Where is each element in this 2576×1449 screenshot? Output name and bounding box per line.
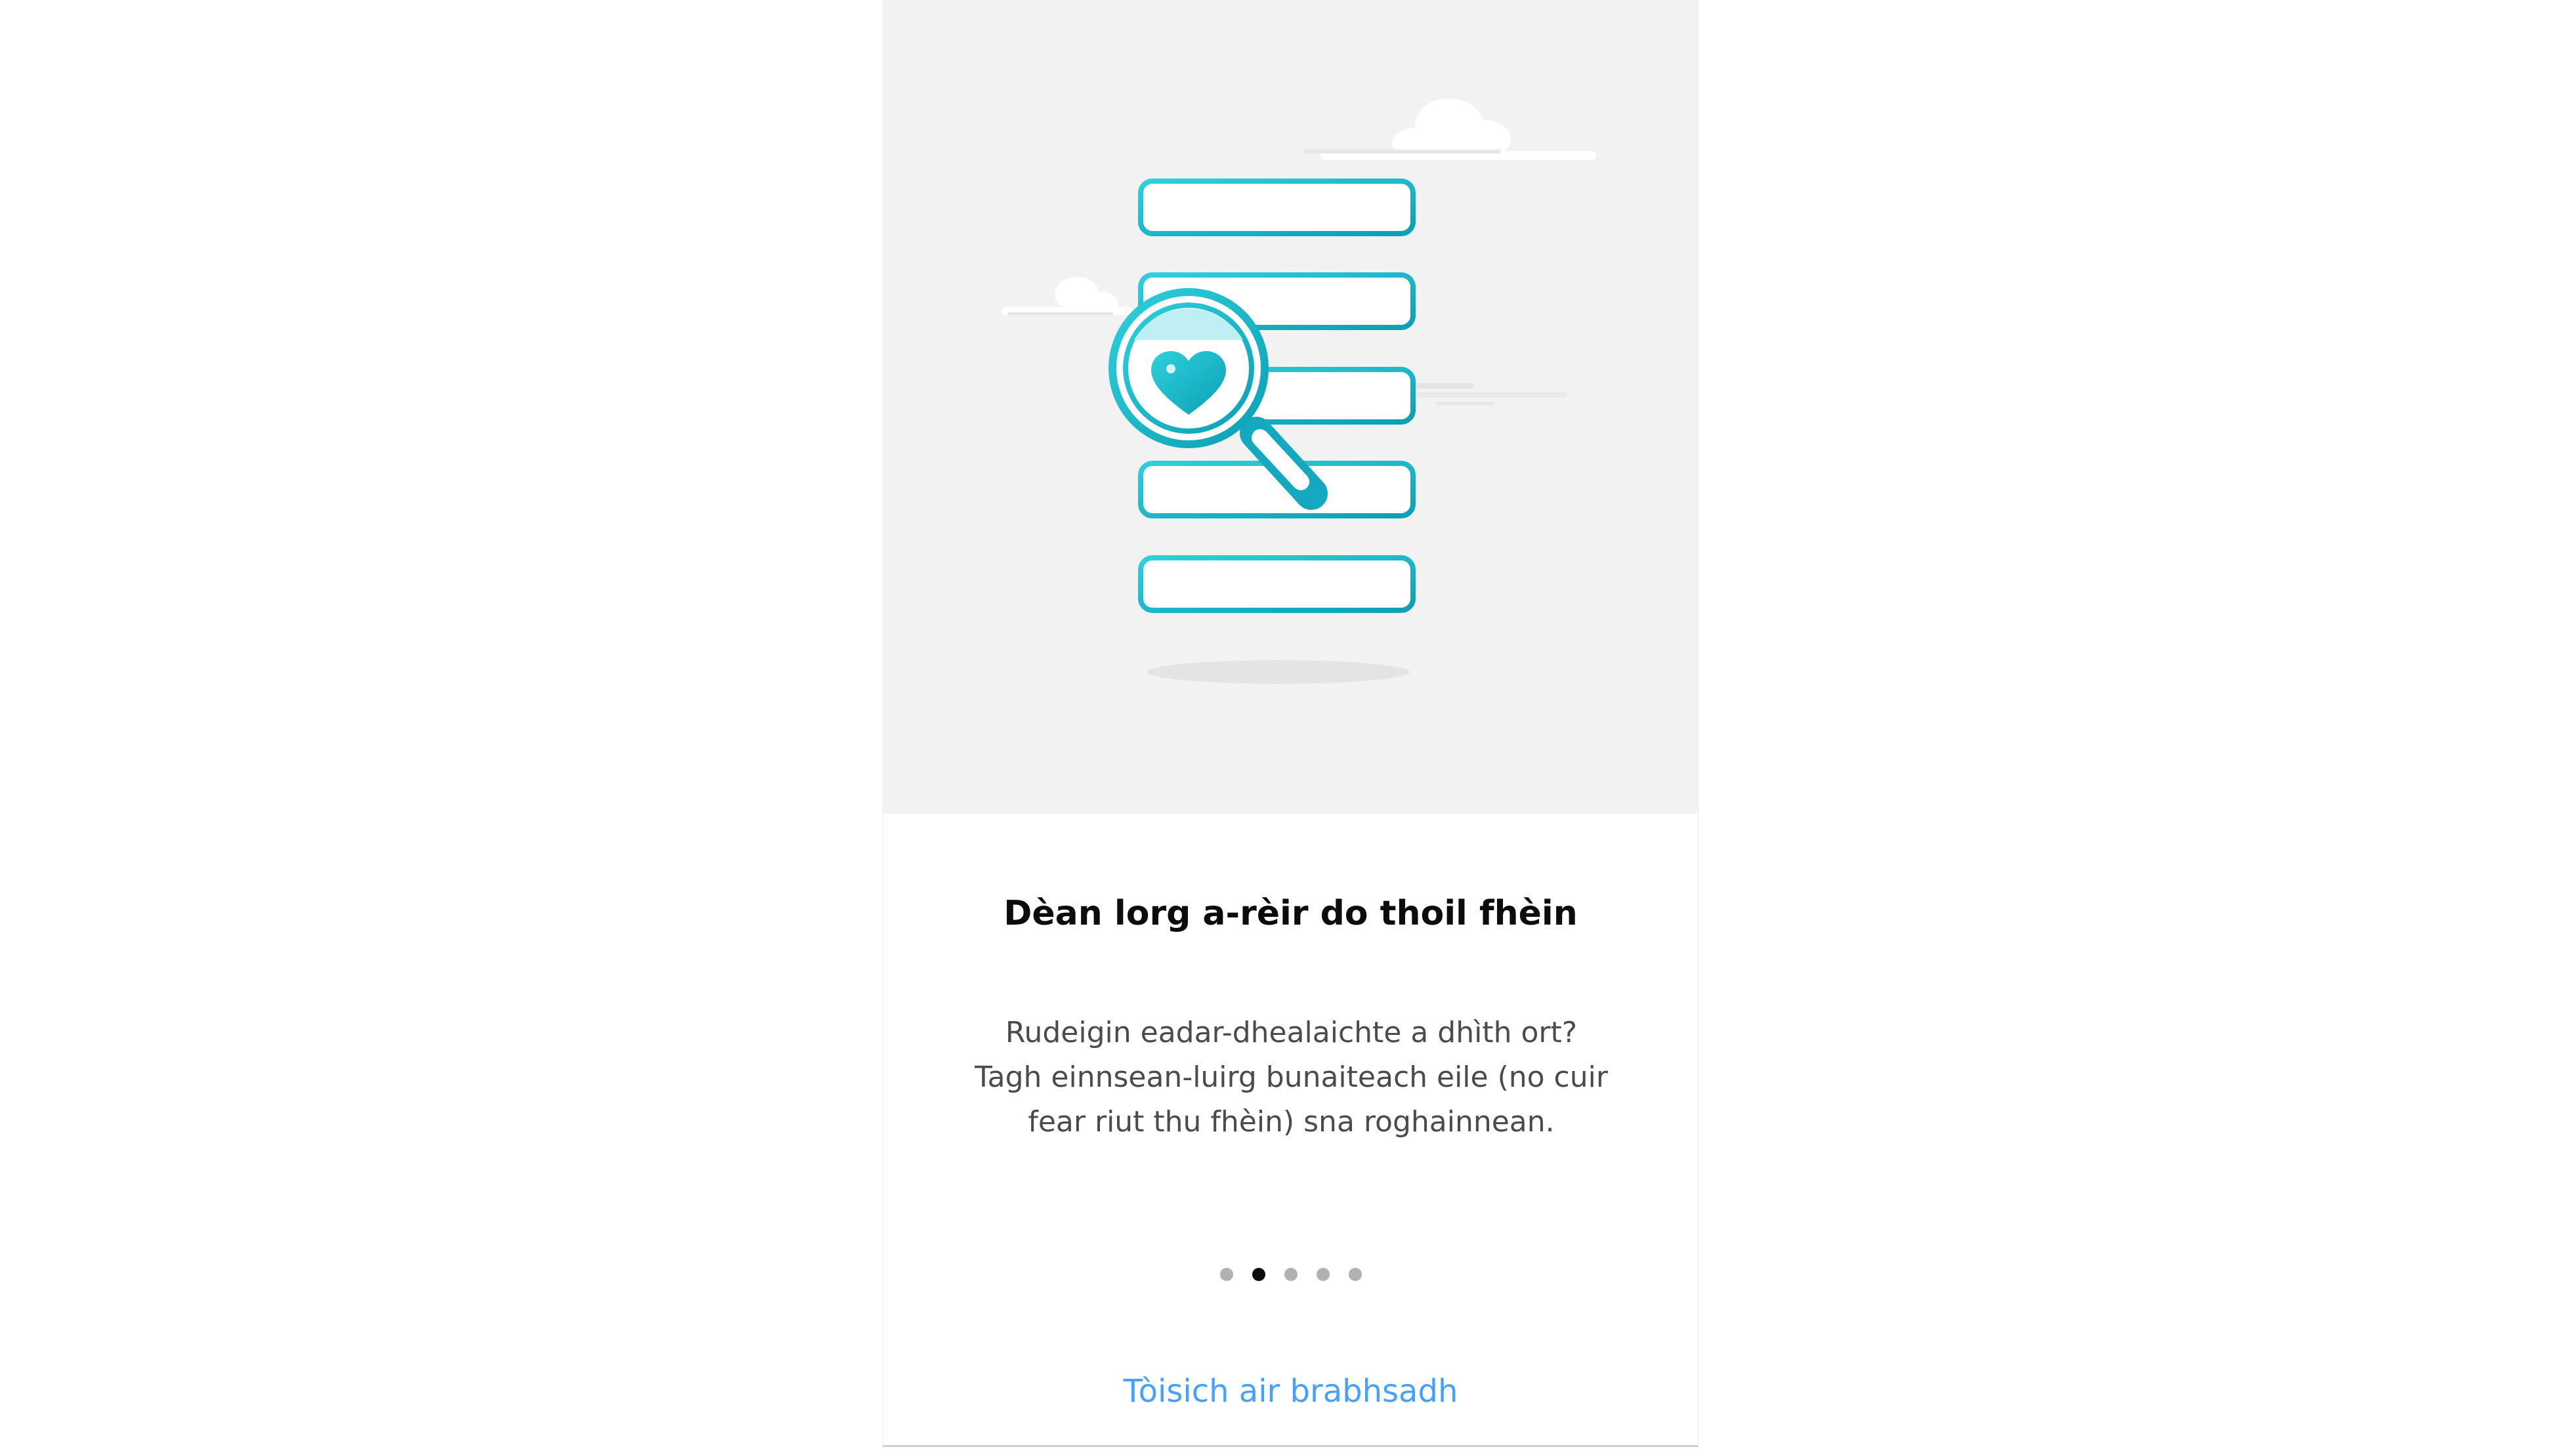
description-line: fear riut thu fhèin) sna roghainnean. <box>1028 1105 1555 1139</box>
page-dot-1[interactable] <box>1219 1268 1233 1281</box>
cloud-icon <box>1303 98 1596 160</box>
page-dot-5[interactable] <box>1348 1268 1362 1281</box>
page-dot-2[interactable] <box>1252 1268 1265 1281</box>
onboarding-hero <box>883 0 1698 814</box>
onboarding-screen: Dèan lorg a-rèir do thoil fhèin Rudeigin… <box>883 0 1699 1447</box>
description-line: Tagh einnsean-luirg bunaiteach eile (no … <box>975 1060 1608 1094</box>
cloud-icon <box>1002 277 1133 315</box>
page-dot-4[interactable] <box>1316 1268 1330 1281</box>
page-dot-3[interactable] <box>1284 1268 1298 1281</box>
search-list-magnifier-heart-icon <box>1002 98 1596 684</box>
onboarding-title: Dèan lorg a-rèir do thoil fhèin <box>1003 894 1578 933</box>
onboarding-description: Rudeigin eadar-dhealaichte a dhìth ort? … <box>969 1011 1614 1144</box>
start-browsing-button[interactable]: Tòisich air brabhsadh <box>883 1365 1698 1418</box>
page-indicator <box>883 1268 1698 1288</box>
description-line: Rudeigin eadar-dhealaichte a dhìth ort? <box>1005 1016 1578 1049</box>
